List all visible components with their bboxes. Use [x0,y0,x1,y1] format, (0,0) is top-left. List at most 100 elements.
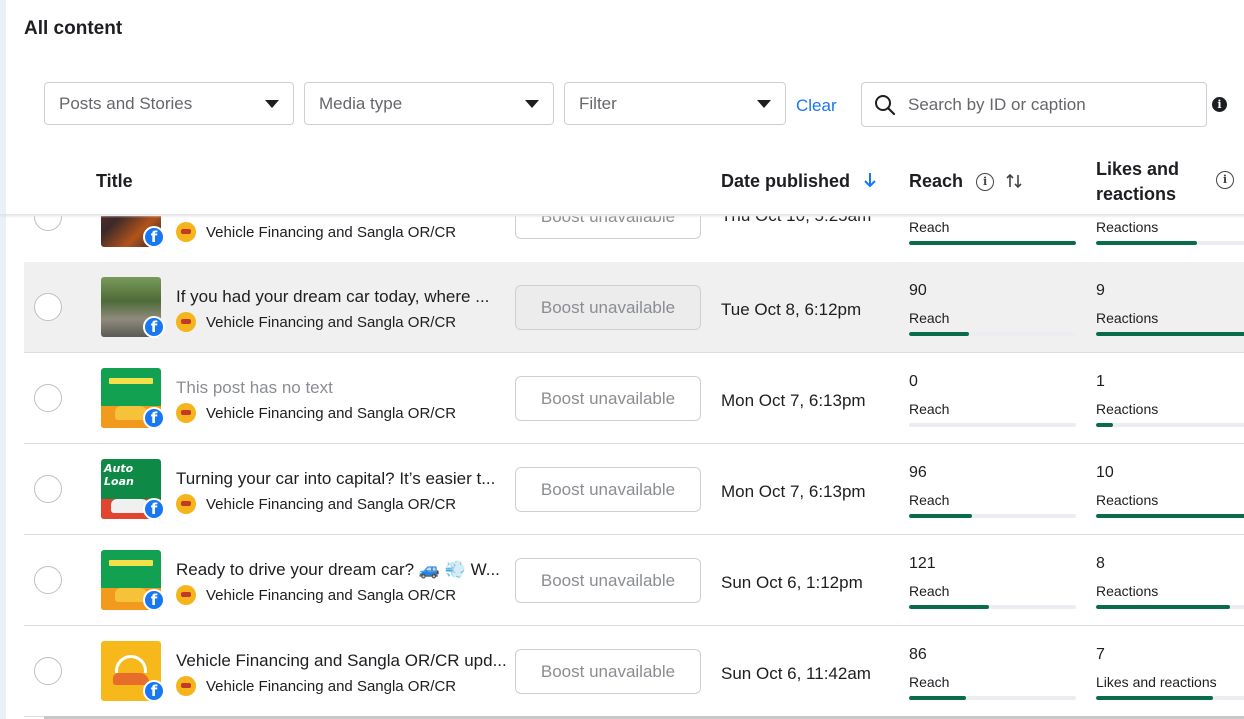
reactions-value: 8 [1096,555,1105,572]
page-avatar [176,403,196,423]
boost-button[interactable]: Boost unavailable [515,285,701,330]
search-input[interactable] [906,93,1194,116]
page-name: Vehicle Financing and Sangla OR/CR [206,405,457,422]
date-published: Sun Oct 6, 11:42am [721,664,871,683]
boost-button[interactable]: Boost unavailable [515,467,701,512]
page-avatar [176,494,196,514]
table-row[interactable]: f If you had your dream car today, where… [24,262,1244,353]
reach-label: Reach [909,674,950,690]
facebook-icon: f [143,680,165,702]
reactions-value: 9 [1096,282,1105,299]
row-select-radio[interactable] [34,384,62,412]
page-avatar [176,312,196,332]
table-row[interactable]: f Ready to drive your dream car? 🚙 💨 W..… [24,535,1244,626]
reactions-bar [1096,332,1244,336]
reactions-value: 1 [1096,373,1105,390]
reach-bar [909,696,1076,700]
reactions-bar [1096,605,1244,609]
row-select-radio[interactable] [34,216,62,231]
clear-filters-link[interactable]: Clear [796,96,837,116]
reach-label: Reach [909,219,950,235]
reach-bar [909,605,1076,609]
search-icon [875,94,896,115]
row-select-radio[interactable] [34,475,62,503]
column-header-reach[interactable]: Reach i [909,171,1023,192]
boost-button[interactable]: Boost unavailable [515,649,701,694]
page-name: Vehicle Financing and Sangla OR/CR [206,224,457,241]
reactions-value: 7 [1096,646,1105,663]
boost-button[interactable]: Boost unavailable [515,558,701,603]
reactions-bar [1096,514,1244,518]
reactions-label: Reactions [1096,219,1159,235]
page-title: All content [24,18,123,39]
reach-bar [909,423,1076,427]
reactions-bar [1096,423,1244,427]
page-name: Vehicle Financing and Sangla OR/CR [206,587,457,604]
reach-label: Reach [909,583,950,599]
search-box[interactable] [861,82,1207,127]
facebook-icon: f [143,498,165,520]
search-info-icon[interactable]: i [1212,97,1227,112]
reach-bar [909,514,1076,518]
column-header-title: Title [96,171,133,191]
left-border [0,0,6,719]
post-title[interactable]: Vehicle Financing and Sangla OR/CR upd..… [176,651,508,671]
boost-button[interactable]: Boost unavailable [515,376,701,421]
reach-bar [909,332,1076,336]
reach-value: 86 [909,646,927,663]
reactions-label: Reactions [1096,492,1159,508]
row-select-radio[interactable] [34,657,62,685]
reach-value: 90 [909,282,927,299]
reactions-label: Likes and reactions [1096,674,1217,690]
page-avatar [176,222,196,242]
column-header-date[interactable]: Date published [721,171,877,192]
reach-label: Reach [909,492,950,508]
info-icon[interactable]: i [976,173,995,192]
table-row[interactable]: f Vehicle Financing and Sangla OR/CR upd… [24,626,1244,717]
facebook-icon: f [143,407,165,429]
column-header-likes: Likes and reactions [1096,159,1180,204]
post-title[interactable]: Turning your car into capital? It’s easi… [176,469,508,489]
row-select-radio[interactable] [34,566,62,594]
reactions-bar [1096,696,1244,700]
row-select-radio[interactable] [34,293,62,321]
filter-dropdown[interactable]: Filter [564,82,786,125]
media-type-label: Media type [319,93,403,113]
page-name: Vehicle Financing and Sangla OR/CR [206,678,457,695]
table-row[interactable]: Auto Loan f Turning your car into capita… [24,444,1244,535]
reach-label: Reach [909,310,950,326]
reactions-bar [1096,241,1244,245]
boost-button[interactable]: Boost unavailable [515,216,701,239]
facebook-icon: f [143,316,165,338]
reach-label: Reach [909,401,950,417]
chevron-down-icon [265,99,279,108]
content-type-dropdown[interactable]: Posts and Stories [44,82,294,125]
page-avatar [176,585,196,605]
reactions-label: Reactions [1096,310,1159,326]
page-avatar [176,676,196,696]
date-header-label: Date published [721,171,851,191]
content-table: f Vehicle Financing and Sangla OR/CR Boo… [24,216,1244,719]
date-published: Mon Oct 7, 6:13pm [721,482,866,501]
chevron-down-icon [757,99,771,108]
facebook-icon: f [143,226,165,248]
arrow-down-icon [864,173,876,188]
table-row[interactable]: f Vehicle Financing and Sangla OR/CR Boo… [24,216,1244,263]
media-type-dropdown[interactable]: Media type [304,82,554,125]
page-name: Vehicle Financing and Sangla OR/CR [206,314,457,331]
post-title[interactable]: Ready to drive your dream car? 🚙 💨 W... [176,560,508,580]
content-type-label: Posts and Stories [59,93,193,113]
post-title[interactable]: This post has no text [176,378,508,398]
reach-value: 0 [909,373,918,390]
date-published: Tue Oct 8, 6:12pm [721,300,862,319]
date-published: Mon Oct 7, 6:13pm [721,391,866,410]
table-row[interactable]: f This post has no text Vehicle Financin… [24,353,1244,444]
page-name: Vehicle Financing and Sangla OR/CR [206,496,457,513]
reach-bar [909,241,1076,245]
reactions-value: 10 [1096,464,1114,481]
reactions-label: Reactions [1096,401,1159,417]
post-title[interactable]: If you had your dream car today, where .… [176,287,508,307]
reach-header-label: Reach [909,171,964,191]
sort-icon[interactable] [1005,172,1023,190]
info-icon[interactable]: i [1216,171,1234,189]
